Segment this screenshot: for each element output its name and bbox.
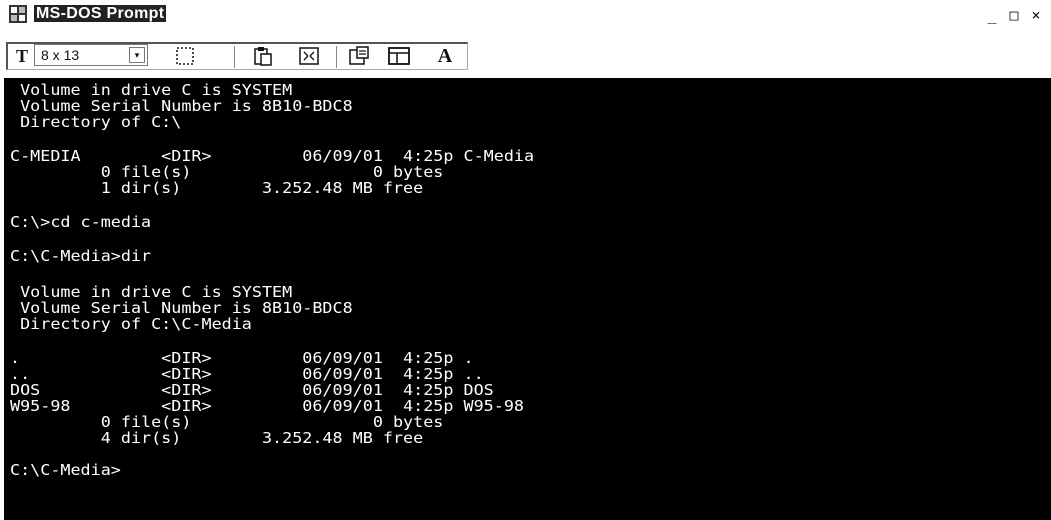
console-line: Directory of C:\C-Media — [10, 315, 252, 333]
minimize-button[interactable]: _ — [983, 6, 1001, 24]
font-button[interactable]: A — [432, 44, 458, 68]
console-line: 0 file(s) 0 bytes — [10, 163, 444, 181]
title-bar[interactable]: MS-DOS Prompt _ □ × — [0, 0, 1051, 34]
font-icon[interactable]: T — [12, 44, 32, 68]
console-line: Directory of C:\ — [10, 113, 182, 131]
console-line: 0 file(s) 0 bytes — [10, 413, 444, 431]
background-icon[interactable] — [386, 44, 412, 68]
console-line: DOS <DIR> 06/09/01 4:25p DOS — [10, 381, 494, 399]
console-line: C:\C-Media> — [10, 461, 121, 479]
toolbar-divider — [336, 46, 337, 68]
mark-icon[interactable] — [172, 44, 198, 68]
console-line: .. <DIR> 06/09/01 4:25p .. — [10, 365, 484, 383]
close-button[interactable]: × — [1027, 6, 1045, 24]
toolbar-divider — [234, 46, 235, 68]
console-line: 4 dir(s) 3.252.48 MB free — [10, 429, 424, 447]
paste-icon[interactable] — [250, 44, 276, 68]
font-size-value: 8 x 13 — [41, 47, 80, 63]
full-screen-icon[interactable] — [296, 44, 322, 68]
msdos-icon — [9, 5, 27, 23]
console-line: W95-98 <DIR> 06/09/01 4:25p W95-98 — [10, 397, 524, 415]
console-line: . <DIR> 06/09/01 4:25p . — [10, 349, 474, 367]
console-line: 1 dir(s) 3.252.48 MB free — [10, 179, 424, 197]
font-size-select[interactable]: 8 x 13 ▾ — [34, 44, 148, 66]
console-line: C-MEDIA <DIR> 06/09/01 4:25p C-Media — [10, 147, 535, 165]
toolbar: T 8 x 13 ▾ A — [0, 38, 1051, 74]
console-line: Volume Serial Number is 8B10-BDC8 — [10, 299, 353, 317]
chevron-down-icon[interactable]: ▾ — [129, 47, 145, 63]
window-title: MS-DOS Prompt — [34, 5, 167, 22]
properties-icon[interactable] — [346, 44, 372, 68]
console-line: Volume in drive C is SYSTEM — [10, 81, 293, 99]
console-line: Volume Serial Number is 8B10-BDC8 — [10, 97, 353, 115]
console-line: Volume in drive C is SYSTEM — [10, 283, 293, 301]
console-line: C:\>cd c-media — [10, 213, 152, 231]
console-line: C:\C-Media>dir — [10, 247, 152, 265]
console-output[interactable]: Volume in drive C is SYSTEM Volume Seria… — [4, 78, 1051, 520]
maximize-button[interactable]: □ — [1005, 6, 1023, 24]
